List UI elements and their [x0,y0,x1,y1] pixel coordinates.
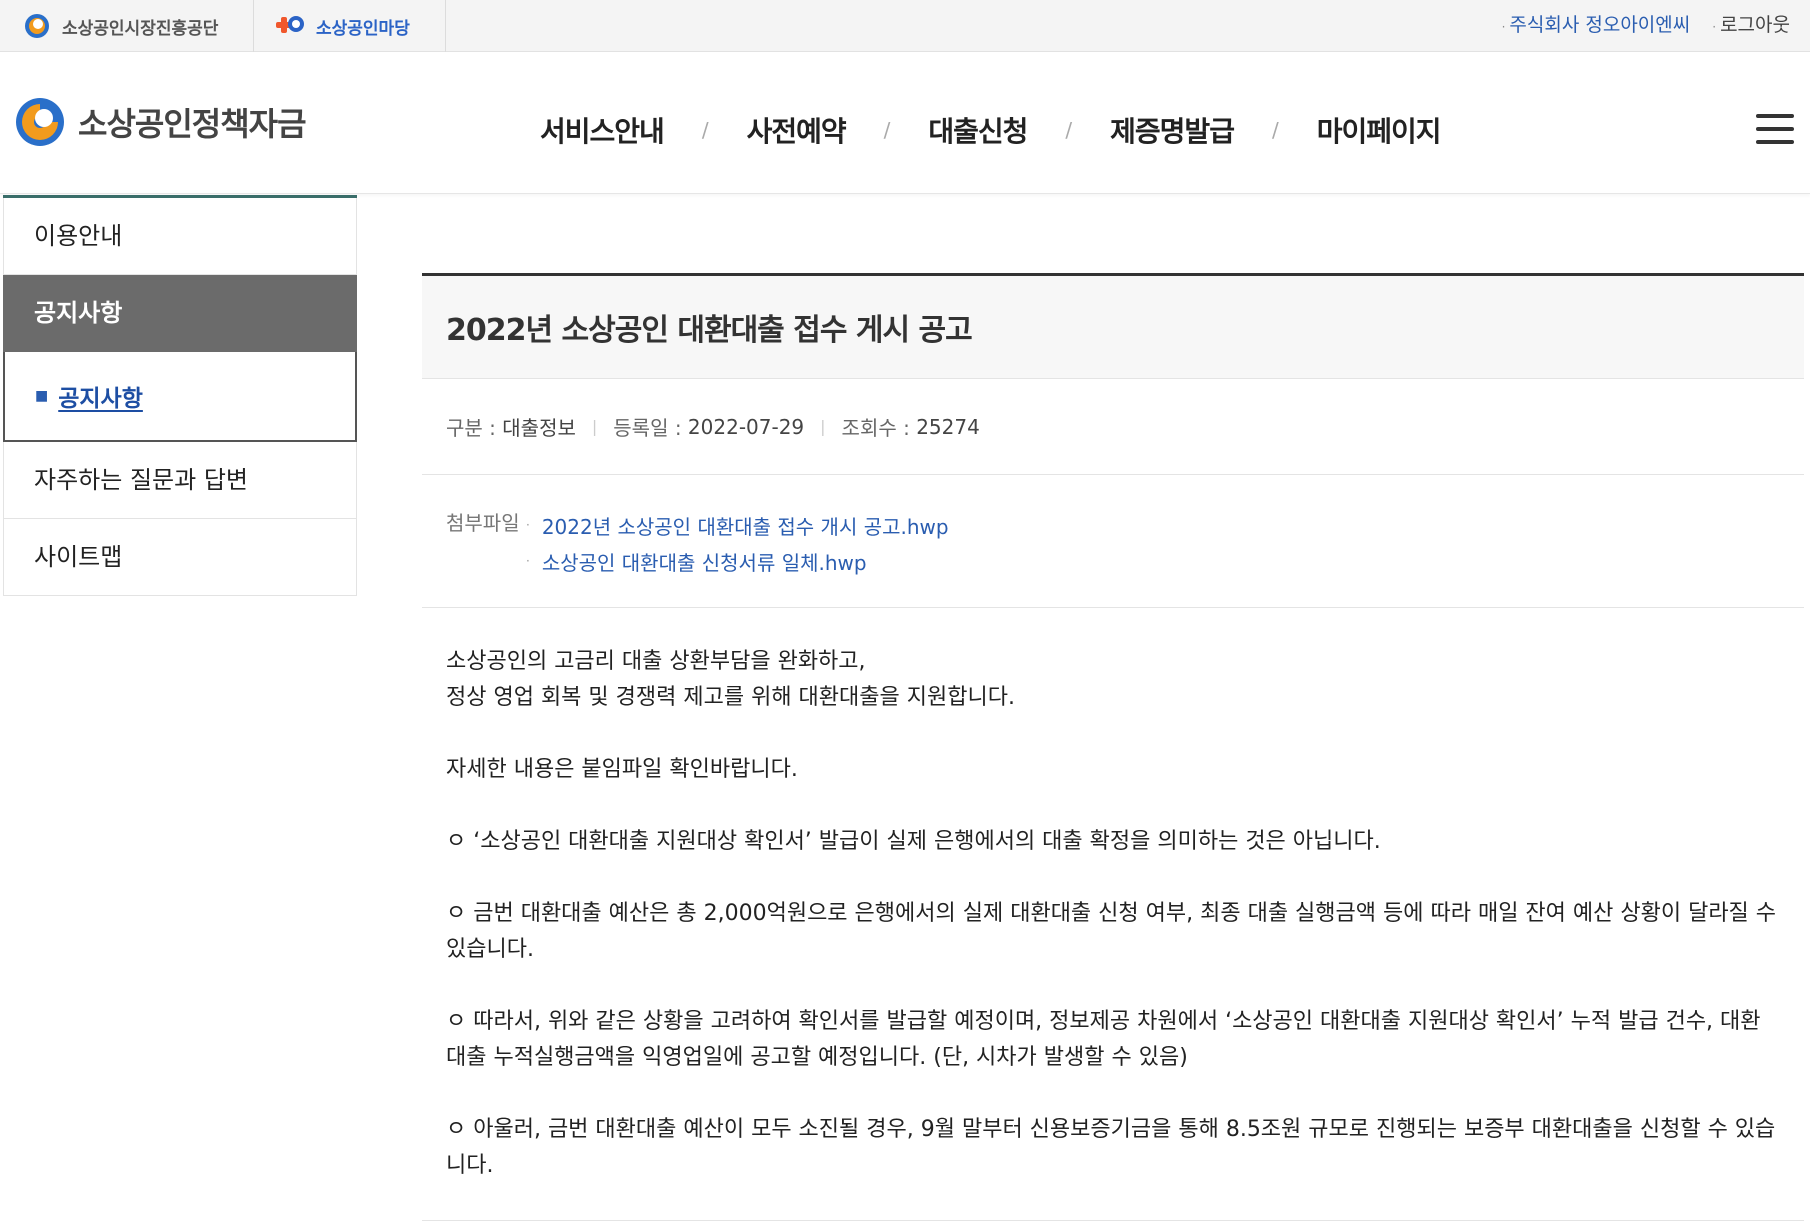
notice-view: 2022년 소상공인 대환대출 접수 게시 공고 구분 : 대출정보 | 등록일… [422,273,1804,1221]
agency-logo-icon [25,14,49,38]
sbiz-madang-link[interactable]: 소상공인마당 [254,0,446,52]
brand-logo[interactable]: 소상공인정책자금 [10,96,307,148]
nav-pre-reservation[interactable]: 사전예약 [747,110,847,150]
notice-body: 소상공인의 고금리 대출 상환부담을 완화하고, 정상 영업 회복 및 경쟁력 … [422,608,1804,1221]
hamburger-menu-icon[interactable] [1756,114,1794,144]
date-label: 등록일 : [613,416,682,440]
body-line: ㅇ 따라서, 위와 같은 상황을 고려하여 확인서를 발급할 예정이며, 정보제… [446,1009,1761,1070]
attachment-link[interactable]: 2022년 소상공인 대환대출 접수 개시 공고.hwp [542,511,949,540]
views-label: 조회수 : [841,416,910,440]
attachment-list: · 2022년 소상공인 대환대출 접수 개시 공고.hwp · 소상공인 대환… [526,507,949,579]
body-line: 소상공인의 고금리 대출 상환부담을 완화하고, [446,649,866,674]
madang-name: 소상공인마당 [316,18,410,39]
nav-separator: / [1065,118,1073,142]
sidebar-item-notice[interactable]: 공지사항 [3,275,357,352]
notice-meta: 구분 : 대출정보 | 등록일 : 2022-07-29 | 조회수 : 252… [422,379,1804,475]
sidebar-item-sitemap[interactable]: 사이트맵 [3,519,357,596]
attachment-item: · 2022년 소상공인 대환대출 접수 개시 공고.hwp [526,507,949,543]
sbiz-agency-link[interactable]: 소상공인시장진흥공단 [0,0,254,52]
sidebar: 이용안내 공지사항 ■ 공지사항 자주하는 질문과 답변 사이트맵 [3,195,357,596]
body-line: ㅇ 금번 대환대출 예산은 총 2,000억원으로 은행에서의 실제 대환대출 … [446,901,1777,962]
nav-certificates[interactable]: 제증명발급 [1110,110,1235,150]
nav-service-info[interactable]: 서비스안내 [540,110,665,150]
bullet-icon: ■ [35,388,49,404]
notice-title-box: 2022년 소상공인 대환대출 접수 게시 공고 [422,273,1804,379]
body-line: 자세한 내용은 붙임파일 확인바랍니다. [446,757,798,782]
sidebar-item-faq[interactable]: 자주하는 질문과 답변 [3,442,357,519]
madang-logo-icon [276,16,304,33]
top-utility-bar: 소상공인시장진흥공단 소상공인마당 · 주식회사 정오아이엔씨 · 로그아웃 [0,0,1810,52]
attachment-item: · 소상공인 대환대출 신청서류 일체.hwp [526,543,949,579]
attachments-label: 첨부파일 [446,511,520,535]
attachments: 첨부파일 · 2022년 소상공인 대환대출 접수 개시 공고.hwp · 소상… [422,475,1804,608]
nav-loan-application[interactable]: 대출신청 [928,110,1028,150]
sidebar-sublink-notice[interactable]: 공지사항 [58,379,143,413]
category-label: 구분 : [446,416,496,440]
user-utility: · 주식회사 정오아이엔씨 · 로그아웃 [1502,0,1790,46]
site-header: 소상공인정책자금 서비스안내 / 사전예약 / 대출신청 / 제증명발급 / 마… [0,52,1810,194]
notice-title: 2022년 소상공인 대환대출 접수 게시 공고 [446,313,973,348]
views-value: 25274 [916,414,980,439]
sidebar-item-usage-guide[interactable]: 이용안내 [3,198,357,275]
nav-separator: / [883,118,891,142]
agency-name: 소상공인시장진흥공단 [62,18,219,39]
brand-logo-icon [16,98,64,146]
sidebar-subitem-notice: ■ 공지사항 [3,352,357,442]
body-line: ㅇ ‘소상공인 대환대출 지원대상 확인서’ 발급이 실제 은행에서의 대출 확… [446,829,1381,854]
brand-title: 소상공인정책자금 [78,105,307,143]
nav-separator: / [1271,118,1279,142]
main-nav: 서비스안내 / 사전예약 / 대출신청 / 제증명발급 / 마이페이지 [540,110,1442,150]
nav-separator: / [701,118,709,142]
attachment-link[interactable]: 소상공인 대환대출 신청서류 일체.hwp [542,547,867,576]
date-value: 2022-07-29 [687,414,805,439]
user-name-link[interactable]: · 주식회사 정오아이엔씨 [1502,10,1691,37]
nav-mypage[interactable]: 마이페이지 [1317,110,1442,150]
body-line: ㅇ 아울러, 금번 대환대출 예산이 모두 소진될 경우, 9월 말부터 신용보… [446,1117,1776,1178]
category-value: 대출정보 [502,416,576,440]
body-line: 정상 영업 회복 및 경쟁력 제고를 위해 대환대출을 지원합니다. [446,685,1015,710]
logout-link[interactable]: · 로그아웃 [1712,10,1790,37]
